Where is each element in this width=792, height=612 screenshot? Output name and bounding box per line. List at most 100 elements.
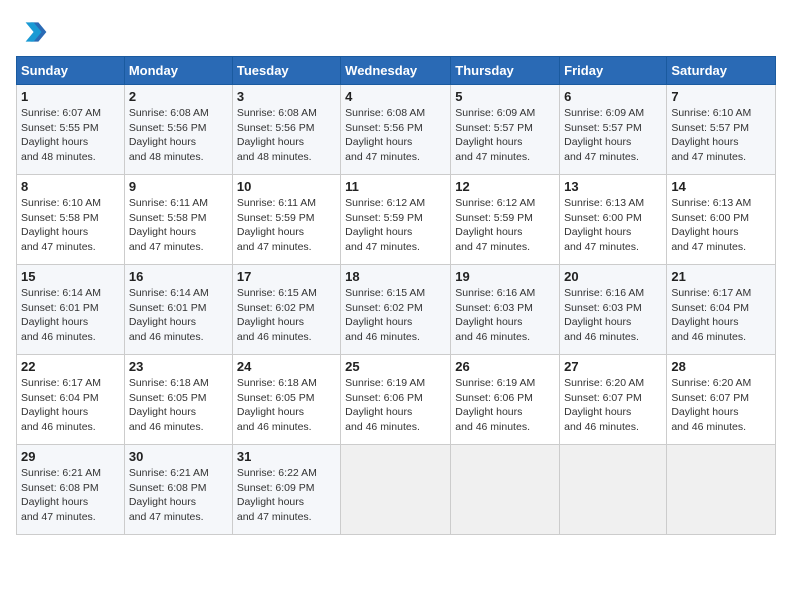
day-number: 31 <box>237 449 336 464</box>
calendar-table: SundayMondayTuesdayWednesdayThursdayFrid… <box>16 56 776 535</box>
day-info: Sunrise: 6:12 AM Sunset: 5:59 PM Dayligh… <box>455 196 555 255</box>
calendar-cell: 16 Sunrise: 6:14 AM Sunset: 6:01 PM Dayl… <box>124 265 232 355</box>
day-info: Sunrise: 6:08 AM Sunset: 5:56 PM Dayligh… <box>345 106 446 165</box>
weekday-wednesday: Wednesday <box>341 57 451 85</box>
calendar-cell: 24 Sunrise: 6:18 AM Sunset: 6:05 PM Dayl… <box>232 355 340 445</box>
day-info: Sunrise: 6:18 AM Sunset: 6:05 PM Dayligh… <box>237 376 336 435</box>
calendar-cell: 13 Sunrise: 6:13 AM Sunset: 6:00 PM Dayl… <box>560 175 667 265</box>
day-number: 23 <box>129 359 228 374</box>
day-info: Sunrise: 6:16 AM Sunset: 6:03 PM Dayligh… <box>455 286 555 345</box>
calendar-cell: 30 Sunrise: 6:21 AM Sunset: 6:08 PM Dayl… <box>124 445 232 535</box>
calendar-cell <box>560 445 667 535</box>
calendar-cell: 21 Sunrise: 6:17 AM Sunset: 6:04 PM Dayl… <box>667 265 776 355</box>
day-number: 8 <box>21 179 120 194</box>
day-number: 11 <box>345 179 446 194</box>
calendar-cell: 26 Sunrise: 6:19 AM Sunset: 6:06 PM Dayl… <box>451 355 560 445</box>
day-number: 19 <box>455 269 555 284</box>
calendar-cell: 17 Sunrise: 6:15 AM Sunset: 6:02 PM Dayl… <box>232 265 340 355</box>
day-number: 5 <box>455 89 555 104</box>
day-number: 20 <box>564 269 662 284</box>
day-info: Sunrise: 6:07 AM Sunset: 5:55 PM Dayligh… <box>21 106 120 165</box>
day-info: Sunrise: 6:21 AM Sunset: 6:08 PM Dayligh… <box>21 466 120 525</box>
weekday-header-row: SundayMondayTuesdayWednesdayThursdayFrid… <box>17 57 776 85</box>
calendar-cell: 5 Sunrise: 6:09 AM Sunset: 5:57 PM Dayli… <box>451 85 560 175</box>
calendar-cell: 20 Sunrise: 6:16 AM Sunset: 6:03 PM Dayl… <box>560 265 667 355</box>
day-info: Sunrise: 6:11 AM Sunset: 5:58 PM Dayligh… <box>129 196 228 255</box>
calendar-cell <box>451 445 560 535</box>
calendar-cell: 15 Sunrise: 6:14 AM Sunset: 6:01 PM Dayl… <box>17 265 125 355</box>
week-row-4: 22 Sunrise: 6:17 AM Sunset: 6:04 PM Dayl… <box>17 355 776 445</box>
calendar-cell: 3 Sunrise: 6:08 AM Sunset: 5:56 PM Dayli… <box>232 85 340 175</box>
day-info: Sunrise: 6:19 AM Sunset: 6:06 PM Dayligh… <box>345 376 446 435</box>
weekday-monday: Monday <box>124 57 232 85</box>
weekday-thursday: Thursday <box>451 57 560 85</box>
day-number: 15 <box>21 269 120 284</box>
day-number: 25 <box>345 359 446 374</box>
day-number: 10 <box>237 179 336 194</box>
day-info: Sunrise: 6:09 AM Sunset: 5:57 PM Dayligh… <box>564 106 662 165</box>
day-number: 16 <box>129 269 228 284</box>
day-number: 27 <box>564 359 662 374</box>
day-info: Sunrise: 6:15 AM Sunset: 6:02 PM Dayligh… <box>237 286 336 345</box>
day-number: 24 <box>237 359 336 374</box>
weekday-friday: Friday <box>560 57 667 85</box>
day-info: Sunrise: 6:22 AM Sunset: 6:09 PM Dayligh… <box>237 466 336 525</box>
calendar-cell: 12 Sunrise: 6:12 AM Sunset: 5:59 PM Dayl… <box>451 175 560 265</box>
day-info: Sunrise: 6:17 AM Sunset: 6:04 PM Dayligh… <box>671 286 771 345</box>
calendar-cell: 6 Sunrise: 6:09 AM Sunset: 5:57 PM Dayli… <box>560 85 667 175</box>
day-info: Sunrise: 6:14 AM Sunset: 6:01 PM Dayligh… <box>129 286 228 345</box>
day-number: 2 <box>129 89 228 104</box>
page-header <box>16 16 776 48</box>
day-info: Sunrise: 6:09 AM Sunset: 5:57 PM Dayligh… <box>455 106 555 165</box>
calendar-cell: 2 Sunrise: 6:08 AM Sunset: 5:56 PM Dayli… <box>124 85 232 175</box>
day-number: 18 <box>345 269 446 284</box>
logo <box>16 16 52 48</box>
day-info: Sunrise: 6:12 AM Sunset: 5:59 PM Dayligh… <box>345 196 446 255</box>
calendar-cell <box>341 445 451 535</box>
day-info: Sunrise: 6:20 AM Sunset: 6:07 PM Dayligh… <box>564 376 662 435</box>
day-info: Sunrise: 6:10 AM Sunset: 5:58 PM Dayligh… <box>21 196 120 255</box>
day-info: Sunrise: 6:10 AM Sunset: 5:57 PM Dayligh… <box>671 106 771 165</box>
day-number: 14 <box>671 179 771 194</box>
day-number: 28 <box>671 359 771 374</box>
day-number: 3 <box>237 89 336 104</box>
calendar-cell: 23 Sunrise: 6:18 AM Sunset: 6:05 PM Dayl… <box>124 355 232 445</box>
week-row-3: 15 Sunrise: 6:14 AM Sunset: 6:01 PM Dayl… <box>17 265 776 355</box>
weekday-tuesday: Tuesday <box>232 57 340 85</box>
calendar-cell: 4 Sunrise: 6:08 AM Sunset: 5:56 PM Dayli… <box>341 85 451 175</box>
day-number: 13 <box>564 179 662 194</box>
day-number: 30 <box>129 449 228 464</box>
calendar-cell: 22 Sunrise: 6:17 AM Sunset: 6:04 PM Dayl… <box>17 355 125 445</box>
day-info: Sunrise: 6:14 AM Sunset: 6:01 PM Dayligh… <box>21 286 120 345</box>
day-info: Sunrise: 6:13 AM Sunset: 6:00 PM Dayligh… <box>671 196 771 255</box>
calendar-cell: 9 Sunrise: 6:11 AM Sunset: 5:58 PM Dayli… <box>124 175 232 265</box>
day-number: 4 <box>345 89 446 104</box>
calendar-cell: 8 Sunrise: 6:10 AM Sunset: 5:58 PM Dayli… <box>17 175 125 265</box>
day-number: 21 <box>671 269 771 284</box>
day-info: Sunrise: 6:08 AM Sunset: 5:56 PM Dayligh… <box>237 106 336 165</box>
calendar-body: 1 Sunrise: 6:07 AM Sunset: 5:55 PM Dayli… <box>17 85 776 535</box>
calendar-cell: 25 Sunrise: 6:19 AM Sunset: 6:06 PM Dayl… <box>341 355 451 445</box>
week-row-5: 29 Sunrise: 6:21 AM Sunset: 6:08 PM Dayl… <box>17 445 776 535</box>
day-info: Sunrise: 6:21 AM Sunset: 6:08 PM Dayligh… <box>129 466 228 525</box>
day-info: Sunrise: 6:17 AM Sunset: 6:04 PM Dayligh… <box>21 376 120 435</box>
day-info: Sunrise: 6:18 AM Sunset: 6:05 PM Dayligh… <box>129 376 228 435</box>
calendar-cell: 27 Sunrise: 6:20 AM Sunset: 6:07 PM Dayl… <box>560 355 667 445</box>
calendar-cell: 14 Sunrise: 6:13 AM Sunset: 6:00 PM Dayl… <box>667 175 776 265</box>
day-number: 6 <box>564 89 662 104</box>
day-info: Sunrise: 6:20 AM Sunset: 6:07 PM Dayligh… <box>671 376 771 435</box>
calendar-cell: 1 Sunrise: 6:07 AM Sunset: 5:55 PM Dayli… <box>17 85 125 175</box>
day-number: 7 <box>671 89 771 104</box>
calendar-cell: 18 Sunrise: 6:15 AM Sunset: 6:02 PM Dayl… <box>341 265 451 355</box>
day-info: Sunrise: 6:13 AM Sunset: 6:00 PM Dayligh… <box>564 196 662 255</box>
calendar-cell: 31 Sunrise: 6:22 AM Sunset: 6:09 PM Dayl… <box>232 445 340 535</box>
day-info: Sunrise: 6:16 AM Sunset: 6:03 PM Dayligh… <box>564 286 662 345</box>
week-row-2: 8 Sunrise: 6:10 AM Sunset: 5:58 PM Dayli… <box>17 175 776 265</box>
calendar-cell: 19 Sunrise: 6:16 AM Sunset: 6:03 PM Dayl… <box>451 265 560 355</box>
day-info: Sunrise: 6:19 AM Sunset: 6:06 PM Dayligh… <box>455 376 555 435</box>
day-number: 17 <box>237 269 336 284</box>
week-row-1: 1 Sunrise: 6:07 AM Sunset: 5:55 PM Dayli… <box>17 85 776 175</box>
calendar-cell: 10 Sunrise: 6:11 AM Sunset: 5:59 PM Dayl… <box>232 175 340 265</box>
logo-icon <box>16 16 48 48</box>
day-number: 9 <box>129 179 228 194</box>
